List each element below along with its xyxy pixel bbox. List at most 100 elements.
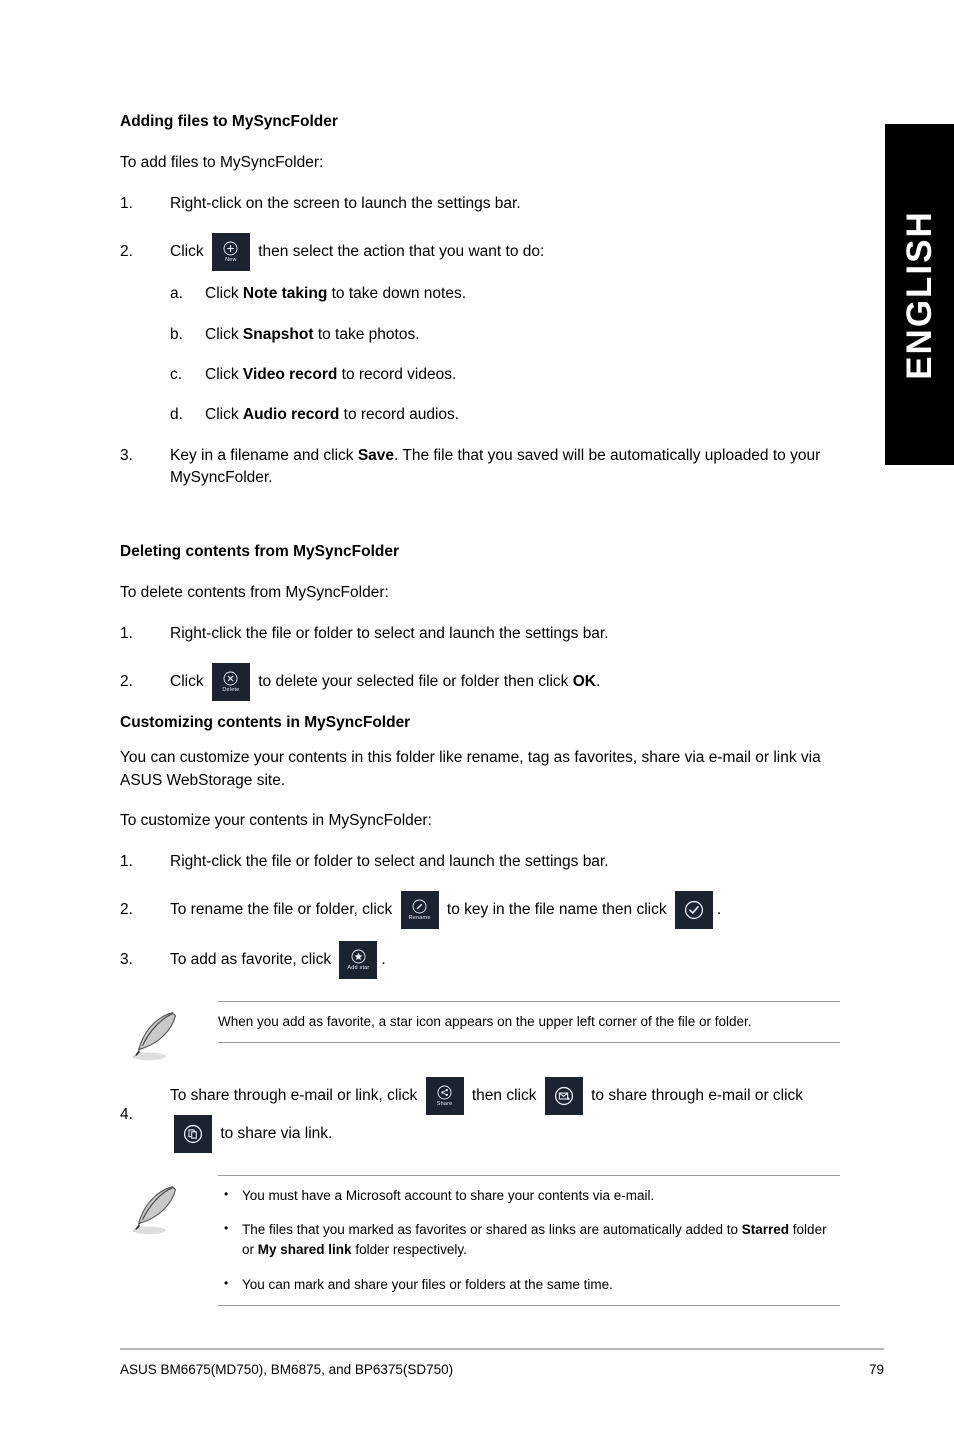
note-bullet-pre: The files that you marked as favorites o… (242, 1222, 742, 1238)
copy-pages-circle-glyph (183, 1124, 203, 1144)
substep-bold: Audio record (242, 406, 340, 424)
note-rule-bottom (218, 1304, 840, 1306)
step-marker: 3. (120, 950, 133, 968)
step-text-bold: OK (572, 673, 596, 691)
step-row: 2. To rename the file or folder, click R… (120, 890, 840, 929)
substep-marker: c. (170, 366, 183, 384)
substep-post: to take photos. (313, 325, 420, 343)
step-row: 2. Click New then select the action that… (120, 233, 840, 272)
substep-bold: Snapshot (242, 325, 314, 343)
note-bullet: You can mark and share your files or fol… (218, 1274, 840, 1295)
substep-marker: d. (170, 406, 183, 424)
step-text-post: to share through e-mail or click (591, 1087, 804, 1105)
substep-pre: Click (205, 325, 243, 343)
check-circle-glyph (684, 900, 703, 920)
add-star-icon-label: Add star (347, 965, 370, 972)
step-row: 3. Key in a filename and click Save. The… (120, 445, 840, 490)
note-bullet-bold: Starred (741, 1222, 790, 1238)
step-marker: 3. (120, 446, 133, 464)
substep-bold: Video record (242, 366, 338, 384)
step-marker: 1. (120, 194, 133, 212)
step-text: Right-click the file or folder to select… (170, 852, 609, 870)
substep-post: to record videos. (337, 366, 457, 384)
intro-adding-files: To add files to MySyncFolder: (120, 154, 324, 172)
step-text-mid: then click (471, 1087, 537, 1105)
add-star-icon[interactable]: Add star (339, 940, 378, 979)
email-icon[interactable] (544, 1076, 583, 1115)
heading-customizing-contents: Customizing contents in MySyncFolder (120, 713, 411, 731)
language-tab-label: ENGLISH (899, 209, 939, 380)
step-marker: 1. (120, 852, 133, 870)
step-text-tail: . (381, 951, 386, 969)
step-row: 4. To share through e-mail or link, clic… (120, 1076, 840, 1153)
new-icon[interactable]: New (211, 233, 250, 272)
new-icon-label: New (225, 257, 237, 264)
step-text-pre: To share through e-mail or link, click (170, 1087, 418, 1105)
intro-customizing-contents: To customize your contents in MySyncFold… (120, 812, 432, 830)
substep-pre: Click (205, 406, 243, 424)
footer-rule (120, 1348, 884, 1350)
delete-icon-label: Delete (222, 687, 240, 694)
step-marker: 1. (120, 624, 133, 642)
note-rule-bottom (218, 1042, 840, 1044)
step-row: 1. Right-click on the screen to launch t… (120, 193, 840, 215)
note-bullet: You must have a Microsoft account to sha… (218, 1185, 840, 1206)
substep-marker: b. (170, 325, 183, 343)
step-marker: 2. (120, 672, 133, 690)
step-text: Right-click the file or folder to select… (170, 624, 609, 642)
step-text-pre: Key in a filename and click (170, 446, 358, 464)
substep-post: to take down notes. (327, 285, 467, 303)
step-text-tail: . (716, 901, 722, 919)
note-bullet-bold: My shared link (257, 1242, 352, 1258)
body-customizing-contents: You can customize your contents in this … (120, 749, 821, 789)
x-circle-glyph (223, 671, 238, 686)
substep-row: b. Click Snapshot to take photos. (170, 324, 840, 346)
step-row: 2. Click Delete to delete your selected … (120, 662, 840, 701)
substep-row: d. Click Audio record to record audios. (170, 404, 840, 426)
page-footer: ASUS BM6675(MD750), BM6875, and BP6375(S… (120, 1348, 884, 1377)
delete-icon[interactable]: Delete (211, 662, 250, 701)
star-circle-glyph (351, 949, 366, 964)
substep-row: a. Click Note taking to take down notes. (170, 283, 840, 305)
step-text-tail: to share via link. (220, 1125, 333, 1143)
quill-icon (132, 1012, 177, 1061)
envelope-forward-circle-glyph (554, 1086, 573, 1106)
note-bullet-list: You must have a Microsoft account to sha… (218, 1185, 840, 1295)
footer-page-number: 79 (868, 1362, 884, 1377)
step-text: Right-click on the screen to launch the … (170, 194, 521, 212)
quill-icon (132, 1186, 177, 1235)
pencil-circle-glyph (412, 899, 427, 914)
intro-deleting-contents: To delete contents from MySyncFolder: (120, 584, 389, 602)
step-text-pre: To add as favorite, click (170, 951, 332, 969)
share-icon-label: Share (436, 1101, 453, 1108)
link-icon[interactable] (174, 1114, 212, 1153)
note-bullet-post: folder respectively. (351, 1242, 467, 1258)
rename-icon[interactable]: Rename (400, 890, 439, 929)
step-marker: 2. (120, 900, 133, 918)
share-icon[interactable]: Share (425, 1076, 464, 1115)
substep-row: c. Click Video record to record videos. (170, 364, 840, 386)
step-marker: 4. (120, 1105, 133, 1123)
page-content: Adding files to MySyncFolder To add file… (120, 112, 840, 1324)
substep-bold: Note taking (242, 285, 328, 303)
substep-pre: Click (205, 366, 243, 384)
step-text-pre: To rename the file or folder, click (170, 901, 393, 919)
step-row: 3. To add as favorite, click Add star . (120, 940, 840, 979)
note-box: You must have a Microsoft account to sha… (120, 1174, 840, 1306)
step-text-tail: . (595, 673, 601, 691)
substep-post: to record audios. (339, 406, 460, 424)
step-text-pre: Click (170, 243, 204, 261)
confirm-icon[interactable] (674, 890, 713, 929)
note-bullet: The files that you marked as favorites o… (218, 1219, 840, 1261)
step-text-bold: Save (357, 446, 395, 464)
footer-model-text: ASUS BM6675(MD750), BM6875, and BP6375(S… (120, 1362, 454, 1377)
step-text-post: then select the action that you want to … (258, 243, 545, 261)
plus-circle-glyph (223, 241, 238, 256)
substep-marker: a. (170, 285, 183, 303)
heading-deleting-contents: Deleting contents from MySyncFolder (120, 542, 400, 560)
share-nodes-circle-glyph (437, 1085, 452, 1100)
language-tab: ENGLISH (885, 124, 954, 465)
substep-pre: Click (205, 285, 243, 303)
rename-icon-label: Rename (408, 915, 431, 922)
